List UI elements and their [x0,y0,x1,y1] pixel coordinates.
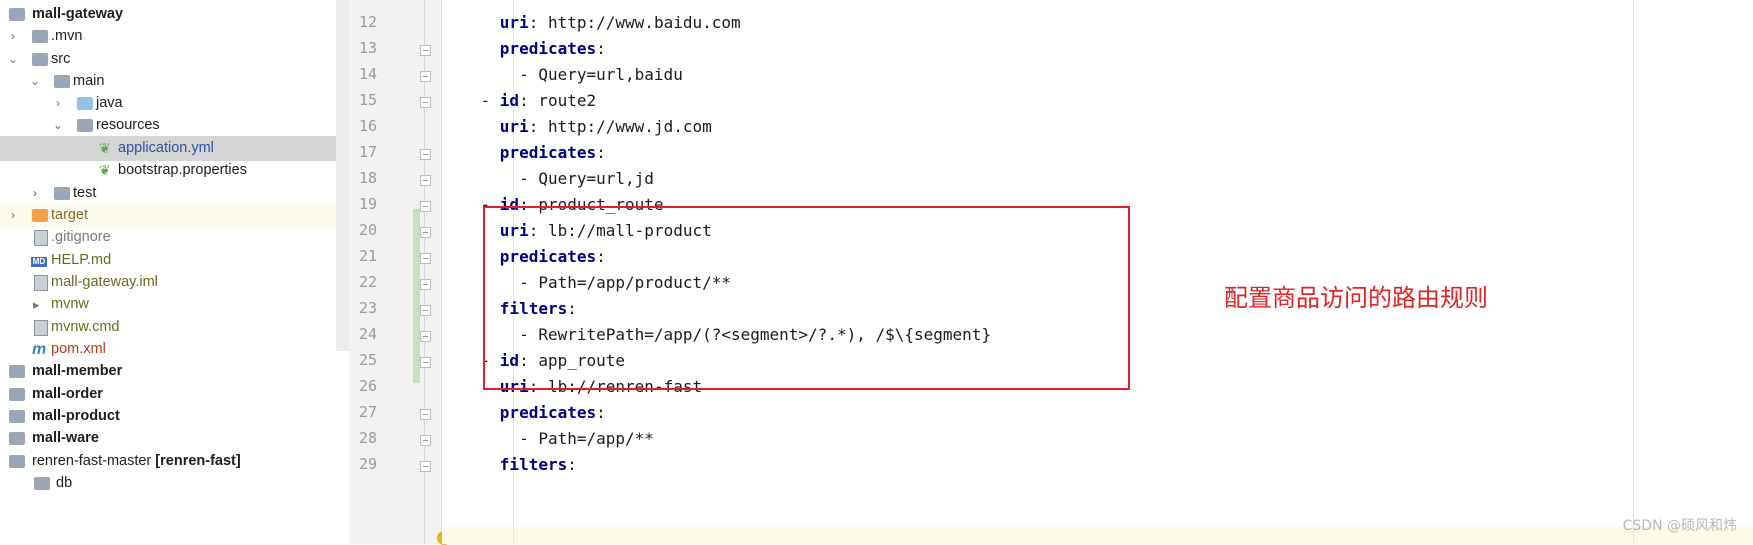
module-folder-icon [9,365,25,378]
tree-item-mall-member[interactable]: mall-member [0,359,336,384]
line-number: 20 [358,221,377,239]
resources-folder-icon [77,119,93,132]
tree-item-bootstrap-properties[interactable]: ❦ bootstrap.properties [0,158,336,183]
line-number: 18 [358,169,377,187]
fold-marker-icon[interactable] [420,97,431,108]
yaml-key: predicates [499,39,597,58]
yaml-key: uri [499,117,529,136]
fold-marker-icon[interactable] [420,253,431,264]
current-line-highlight [442,527,1753,544]
module-folder-icon [9,455,25,468]
source-folder-icon [77,97,93,110]
annotation-text: 配置商品访问的路由规则 [1224,284,1488,312]
code-line[interactable]: uri: http://www.jd.com [442,112,712,141]
fold-marker-icon[interactable] [420,149,431,160]
module-folder-icon [9,8,25,21]
fold-marker-icon[interactable] [420,201,431,212]
line-number: 24 [358,325,377,343]
fold-marker-icon[interactable] [420,279,431,290]
line-number: 13 [358,39,377,57]
code-line[interactable]: predicates: [442,398,606,427]
line-number: 17 [358,143,377,161]
spring-properties-icon: ❦ [99,162,111,178]
right-margin-guide [1633,0,1634,544]
chevron-right-icon[interactable]: › [6,24,20,49]
editor-gutter[interactable]: 12 13 14 15 16 17 18 19 20 21 22 23 24 25 26 27 28 29 [349,0,451,545]
folder-icon [54,187,70,200]
code-line[interactable]: - id: route2 [442,86,597,115]
folder-icon [54,75,70,88]
code-line[interactable]: predicates: [442,138,606,167]
tree-scrollbar[interactable] [336,0,349,351]
chevron-down-icon[interactable]: ⌄ [51,113,65,138]
code-line[interactable]: - Query=url,baidu [442,60,683,89]
fold-marker-icon[interactable] [420,435,431,446]
line-number: 14 [358,65,377,83]
line-number: 25 [358,351,377,369]
line-number: 28 [358,429,377,447]
yaml-key: filters [499,455,568,474]
fold-marker-icon[interactable] [420,175,431,186]
code-line[interactable]: - Path=/app/** [442,424,654,453]
gitignore-icon [34,230,48,246]
code-line[interactable]: predicates: [442,34,606,63]
tree-item-mvnw[interactable]: ▸ mvnw [0,292,336,317]
excluded-folder-icon [32,209,48,222]
fold-marker-icon[interactable] [420,409,431,420]
line-number: 23 [358,299,377,317]
mvnw-icon: ▸ [33,297,40,312]
yaml-key: id [499,91,520,110]
code-line[interactable]: filters: [442,450,577,479]
highlight-box [483,206,1130,390]
yaml-key: uri [499,13,529,32]
tree-item-resources[interactable]: ⌄ resources [0,113,336,138]
line-number: 19 [358,195,377,213]
line-number: 12 [358,13,377,31]
iml-icon [34,275,48,291]
line-number: 16 [358,117,377,135]
fold-marker-icon[interactable] [420,227,431,238]
fold-marker-icon[interactable] [420,357,431,368]
line-number: 27 [358,403,377,421]
yaml-value: http://www.baidu.com [538,13,741,32]
fold-marker-icon[interactable] [420,45,431,56]
folder-icon [34,477,50,490]
tree-item-mvn[interactable]: › .mvn [0,24,336,49]
line-number: 21 [358,247,377,265]
line-number: 29 [358,455,377,473]
tree-item-db[interactable]: db [0,471,336,496]
folder-icon [32,53,48,66]
module-folder-icon [9,410,25,423]
watermark: CSDN @硕风和炜 [1622,518,1737,534]
fold-marker-icon[interactable] [420,461,431,472]
fold-marker-icon[interactable] [420,331,431,342]
module-folder-icon [9,432,25,445]
yaml-value: - Query=url,baidu [519,65,683,84]
markdown-icon: MD [31,257,47,267]
tree-item-gitignore[interactable]: .gitignore [0,225,336,250]
mvnw-cmd-icon [34,320,48,336]
line-number: 22 [358,273,377,291]
code-line[interactable]: - Query=url,jd [442,164,654,193]
fold-marker-icon[interactable] [420,305,431,316]
vcs-change-marker[interactable] [413,209,420,383]
code-line[interactable]: uri: http://www.baidu.com [442,8,741,37]
project-tree[interactable]: mall-gateway › .mvn ⌄ src ⌄ main › java … [0,0,336,544]
folder-icon [32,30,48,43]
yaml-value: route2 [528,91,597,110]
yaml-value: http://www.jd.com [538,117,712,136]
line-number: 26 [358,377,377,395]
fold-marker-icon[interactable] [420,71,431,82]
tree-item-mall-ware[interactable]: mall-ware [0,426,336,451]
module-folder-icon [9,388,25,401]
line-number: 15 [358,91,377,109]
yaml-key: predicates [499,143,597,162]
yaml-value: - Path=/app/** [519,429,654,448]
yaml-key: predicates [499,403,597,422]
yaml-value: - Query=url,jd [519,169,654,188]
